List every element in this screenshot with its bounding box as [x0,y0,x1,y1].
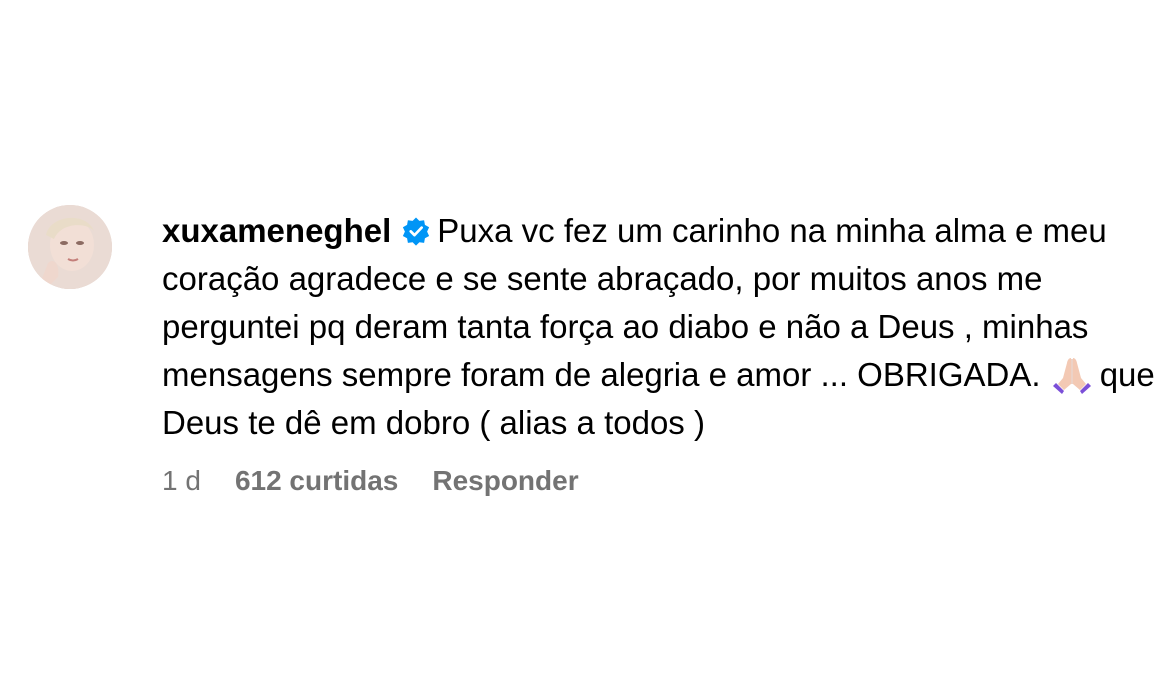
comment-body: xuxameneghel Puxa vc fez um carinho na m… [162,203,1158,497]
comment-meta: 1 d 612 curtidas Responder [162,465,1158,497]
verified-badge-icon [403,217,430,246]
avatar-image [28,205,112,289]
comment-timestamp[interactable]: 1 d [162,465,201,497]
avatar[interactable] [28,205,112,289]
username-link[interactable]: xuxameneghel [162,212,391,249]
praying-hands-icon [1052,358,1091,394]
comment: xuxameneghel Puxa vc fez um carinho na m… [28,203,1158,497]
likes-count[interactable]: 612 curtidas [235,465,398,497]
comment-paragraph: xuxameneghel Puxa vc fez um carinho na m… [162,207,1158,447]
reply-button[interactable]: Responder [432,465,578,497]
